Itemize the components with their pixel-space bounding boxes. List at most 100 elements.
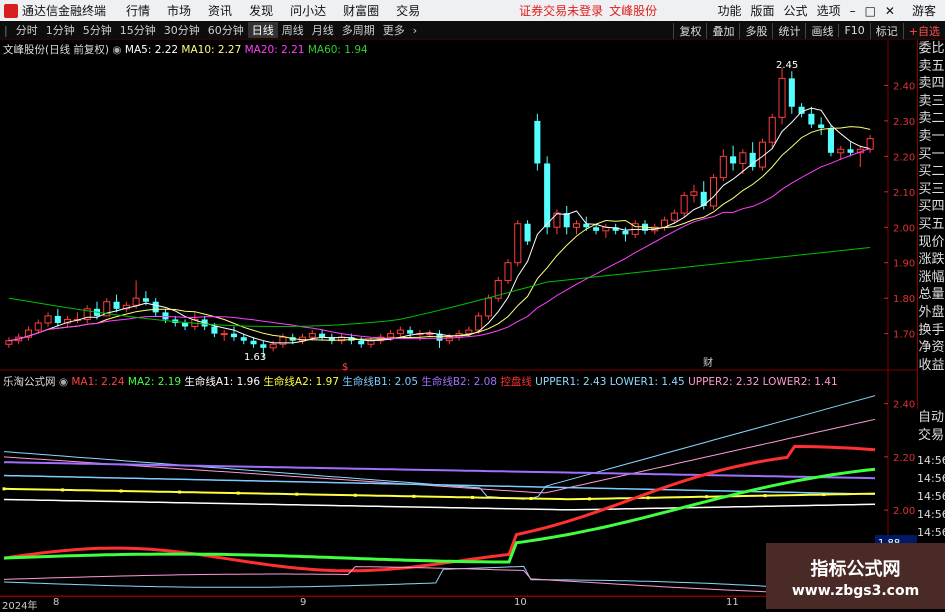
time-label-sep: 9	[300, 597, 307, 608]
add-watchlist-button[interactable]: +自选	[902, 22, 945, 39]
menu-trade[interactable]: 交易	[396, 2, 420, 19]
menu-wealth[interactable]: 财富圈	[343, 2, 379, 19]
auto-trade-item[interactable]: 自动	[917, 409, 945, 427]
tab-period-60min[interactable]: 60分钟	[204, 22, 248, 38]
low-price-label: 1.63	[244, 352, 266, 363]
trade-login-notice[interactable]: 证券交易未登录	[519, 2, 603, 19]
tool-adjust-button[interactable]: 复权	[673, 22, 706, 39]
price-tick-label: 2.00	[893, 223, 915, 234]
lower1-line	[3, 565, 876, 594]
side-item[interactable]: 收益	[918, 357, 945, 375]
candle	[152, 298, 159, 316]
tab-period-5min[interactable]: 5分钟	[79, 22, 116, 38]
chevron-right-icon[interactable]: ›	[409, 24, 421, 37]
candle	[475, 312, 483, 334]
side-item[interactable]: 涨幅	[918, 269, 945, 287]
ind-lower1: LOWER1: 1.45	[609, 376, 685, 388]
tab-period-15min[interactable]: 15分钟	[116, 22, 160, 38]
a2-dot	[295, 492, 299, 496]
indicator-settings-icon[interactable]: ◉	[59, 376, 68, 388]
menu-options[interactable]: 选项	[817, 2, 841, 19]
candle	[514, 220, 522, 267]
time-label-year: 2024年	[2, 601, 38, 612]
tick-time: 14:56	[917, 526, 945, 539]
side-item[interactable]: 现价	[918, 234, 945, 252]
maximize-icon[interactable]: □	[865, 4, 876, 18]
minimize-icon[interactable]: –	[850, 4, 856, 18]
time-label-oct: 10	[514, 597, 527, 608]
candles-layer	[5, 67, 874, 359]
side-item[interactable]: 卖四	[918, 75, 945, 93]
side-item[interactable]: 卖一	[918, 128, 945, 146]
candle	[778, 67, 786, 125]
candle	[749, 142, 756, 171]
side-item[interactable]: 外盘	[918, 304, 945, 322]
ind-a2: 生命线A2: 1.97	[263, 376, 340, 388]
candle	[220, 330, 228, 341]
price-tick-label: 1.90	[893, 259, 915, 270]
guest-label[interactable]: 游客	[912, 2, 936, 19]
event-marker-finance[interactable]: 财	[703, 356, 713, 369]
kline-chart[interactable]: 2.40 2.30 2.20 2.10 2.00 1.90 1.80 1.70 2.40 2.20…	[0, 40, 917, 596]
ind-ma2: MA2: 2.19	[127, 376, 182, 388]
tool-draw-button[interactable]: 画线	[805, 22, 838, 39]
side-item[interactable]: 涨跌	[918, 251, 945, 269]
side-item[interactable]: 换手	[918, 322, 945, 340]
a2-dot	[705, 495, 709, 499]
side-item[interactable]: 卖二	[918, 110, 945, 128]
tab-period-daily[interactable]: 日线	[247, 22, 278, 38]
menu-formula[interactable]: 公式	[784, 2, 808, 19]
tab-period-multi[interactable]: 多周期	[338, 22, 379, 38]
price-tick-label: 2.20	[893, 152, 915, 163]
menu-function[interactable]: 功能	[718, 2, 742, 19]
side-item[interactable]: 委比	[918, 40, 945, 58]
sub-side-panel: 自动 交易	[917, 409, 945, 449]
side-item[interactable]: 卖五	[918, 58, 945, 76]
candle	[5, 337, 13, 348]
a2-dot	[61, 488, 65, 492]
indicator-name[interactable]: 乐淘公式网	[3, 376, 56, 388]
candle	[818, 117, 825, 136]
tab-period-more[interactable]: 更多	[379, 22, 409, 38]
menu-quotes[interactable]: 行情	[126, 2, 150, 19]
tab-period-weekly[interactable]: 周线	[278, 22, 308, 38]
tool-overlay-button[interactable]: 叠加	[706, 22, 739, 39]
tool-stats-button[interactable]: 统计	[772, 22, 805, 39]
side-item[interactable]: 总量	[918, 286, 945, 304]
menu-discover[interactable]: 发现	[249, 2, 273, 19]
side-item[interactable]: 买四	[918, 198, 945, 216]
side-item[interactable]: 净资	[918, 339, 945, 357]
tool-multi-stock-button[interactable]: 多股	[739, 22, 772, 39]
indicator-tick-label: 2.00	[893, 506, 915, 517]
trade-item[interactable]: 交易	[917, 427, 945, 445]
tool-f10-button[interactable]: F10	[838, 24, 869, 37]
side-item[interactable]: 买三	[918, 181, 945, 199]
side-item[interactable]: 卖三	[918, 93, 945, 111]
event-marker-dividend[interactable]: $	[342, 362, 348, 373]
candle	[44, 312, 52, 327]
menu-ask[interactable]: 问小达	[290, 2, 326, 19]
tab-period-monthly[interactable]: 月线	[308, 22, 338, 38]
menu-news[interactable]: 资讯	[208, 2, 232, 19]
side-item[interactable]: 买一	[918, 146, 945, 164]
tool-mark-button[interactable]: 标记	[869, 22, 903, 39]
candle	[504, 259, 512, 284]
ma-lines-layer	[8, 107, 871, 344]
tab-period-30min[interactable]: 30分钟	[160, 22, 204, 38]
tick-time: 14:56	[917, 472, 945, 485]
side-item[interactable]: 买五	[918, 216, 945, 234]
indicator-tick-label: 2.40	[893, 400, 915, 411]
side-item[interactable]: 买二	[918, 163, 945, 181]
menu-bar: 通达信金融终端 行情 市场 资讯 发现 问小达 财富圈 交易 证券交易未登录 文…	[0, 0, 945, 21]
candle	[416, 330, 424, 341]
a2-dot	[178, 490, 182, 494]
candle	[122, 301, 130, 313]
tab-period-intraday[interactable]: 分时	[12, 22, 42, 38]
tab-period-1min[interactable]: 1分钟	[42, 22, 79, 38]
candle	[534, 113, 541, 171]
menu-market[interactable]: 市场	[167, 2, 191, 19]
ind-lower2: LOWER2: 1.41	[762, 376, 838, 388]
menu-layout[interactable]: 版面	[751, 2, 775, 19]
collapse-icon[interactable]: |	[0, 24, 12, 37]
close-icon[interactable]: ✕	[885, 4, 895, 18]
